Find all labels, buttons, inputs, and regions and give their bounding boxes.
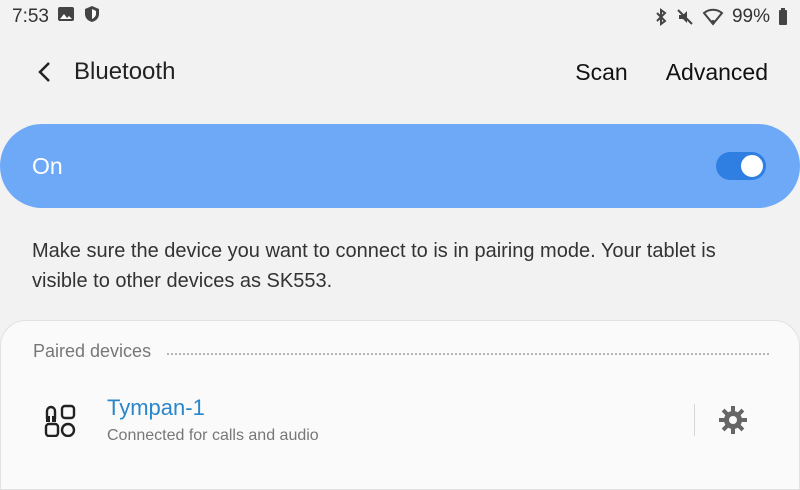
back-button[interactable] <box>26 54 62 90</box>
gear-icon[interactable] <box>717 404 749 436</box>
page-title: Bluetooth <box>74 58 176 85</box>
device-row[interactable]: Tympan-1 Connected for calls and audio <box>1 385 800 455</box>
status-time: 7:53 <box>12 6 49 27</box>
toggle-label: On <box>32 152 63 179</box>
shield-icon <box>83 5 101 29</box>
status-bar: 7:53 99% <box>0 0 800 34</box>
visibility-info: Make sure the device you want to connect… <box>32 240 716 292</box>
image-icon <box>57 5 75 29</box>
bluetooth-master-toggle[interactable]: On <box>0 124 800 208</box>
toggle-switch[interactable] <box>716 152 766 180</box>
device-text: Tympan-1 Connected for calls and audio <box>107 395 319 445</box>
section-divider <box>167 352 769 355</box>
bluetooth-icon <box>654 8 668 26</box>
device-name: Tympan-1 <box>107 395 205 420</box>
app-bar: Bluetooth Scan Advanced <box>0 44 800 100</box>
battery-percent: 99% <box>731 6 770 27</box>
battery-icon <box>778 8 788 26</box>
status-right: 99% <box>654 6 788 28</box>
paired-devices-header: Paired devices <box>33 341 769 362</box>
switch-knob <box>739 153 765 179</box>
wifi-icon <box>702 8 724 26</box>
paired-devices-card: Paired devices Tympan-1 Connected for ca… <box>0 320 800 490</box>
status-left: 7:53 <box>12 5 101 29</box>
device-status: Connected for calls and audio <box>107 427 319 444</box>
headset-device-icon <box>43 403 77 438</box>
row-divider <box>694 404 695 436</box>
advanced-button[interactable]: Advanced <box>666 59 768 86</box>
app-bar-actions: Scan Advanced <box>575 59 768 86</box>
section-title: Paired devices <box>33 341 152 361</box>
scan-button[interactable]: Scan <box>575 59 627 86</box>
back-arrow-icon <box>38 62 50 82</box>
mute-icon <box>676 8 694 26</box>
